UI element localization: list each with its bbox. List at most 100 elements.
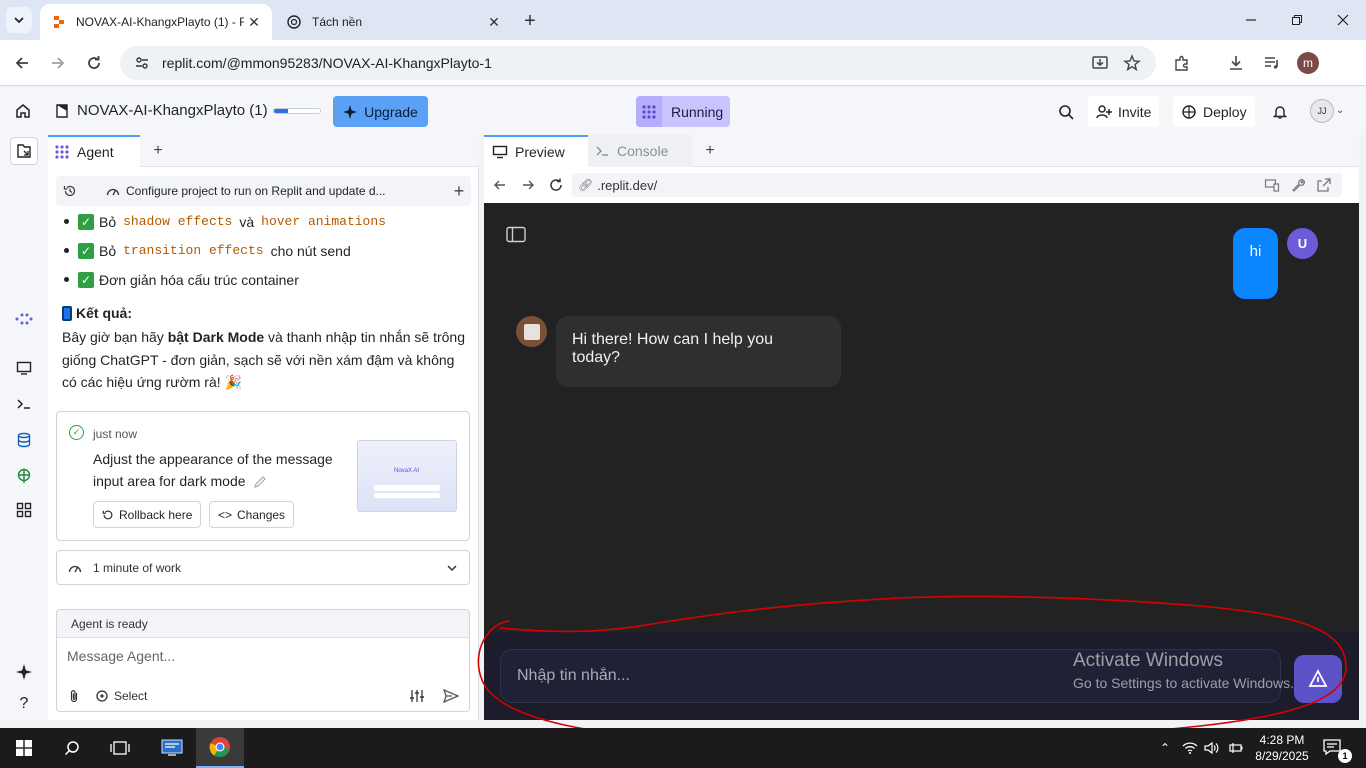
extensions-button[interactable] bbox=[1170, 51, 1194, 75]
media-control-button[interactable] bbox=[1260, 51, 1284, 75]
taskbar-app-remote[interactable] bbox=[148, 728, 196, 768]
notifications-button[interactable] bbox=[1269, 101, 1291, 123]
add-tab-button[interactable]: + bbox=[148, 141, 168, 161]
home-button[interactable] bbox=[10, 99, 36, 123]
browser-tab-replit[interactable]: NOVAX-AI-KhangxPlayto (1) - R ✕ bbox=[40, 4, 272, 40]
minimize-button[interactable] bbox=[1228, 6, 1274, 34]
preview-reload-button[interactable] bbox=[546, 175, 566, 195]
taskbar-search-button[interactable] bbox=[48, 728, 96, 768]
tray-overflow-icon[interactable]: ⌃ bbox=[1155, 738, 1175, 758]
chat-send-button[interactable] bbox=[1294, 655, 1342, 703]
agent-tool-button[interactable] bbox=[10, 305, 38, 333]
wifi-icon[interactable] bbox=[1180, 738, 1200, 758]
reload-button[interactable] bbox=[81, 50, 107, 76]
preview-forward-button[interactable] bbox=[518, 175, 538, 195]
new-task-button[interactable]: + bbox=[447, 181, 471, 202]
upgrade-button[interactable]: Upgrade bbox=[333, 96, 428, 127]
history-icon[interactable] bbox=[56, 184, 84, 198]
agent-tab-bar: Agent + bbox=[48, 135, 479, 167]
deploy-button[interactable]: Deploy bbox=[1173, 96, 1255, 127]
new-tab-button[interactable]: + bbox=[518, 9, 542, 33]
current-task-bar[interactable]: Configure project to run on Replit and u… bbox=[56, 176, 471, 206]
agent-tab-label: Agent bbox=[77, 144, 114, 160]
browser-toolbar: replit.com/@mmon95283/NOVAX-AI-KhangxPla… bbox=[0, 40, 1366, 86]
close-window-button[interactable] bbox=[1320, 6, 1366, 34]
site-info-icon[interactable] bbox=[134, 55, 150, 71]
send-icon[interactable] bbox=[443, 689, 459, 703]
shell-tool-button[interactable] bbox=[10, 390, 38, 418]
help-button[interactable]: ? bbox=[10, 690, 38, 718]
settings-sliders-icon[interactable] bbox=[409, 689, 425, 703]
clock-date: 8/29/2025 bbox=[1255, 749, 1309, 763]
search-button[interactable] bbox=[1055, 101, 1077, 123]
database-tool-button[interactable] bbox=[10, 426, 38, 454]
task-view-icon bbox=[110, 741, 130, 755]
preview-address-bar: 🔗︎ .replit.dev/ bbox=[484, 167, 1359, 203]
devices-icon[interactable] bbox=[1264, 177, 1280, 193]
battery-icon[interactable] bbox=[1226, 738, 1246, 758]
list-item: ✓ Đơn giản hóa cấu trúc container bbox=[62, 265, 472, 294]
minimize-icon bbox=[1246, 19, 1256, 21]
downloads-button[interactable] bbox=[1224, 51, 1248, 75]
chevron-down-icon[interactable] bbox=[435, 562, 469, 574]
close-tab-icon[interactable]: ✕ bbox=[484, 12, 504, 32]
start-button[interactable] bbox=[0, 728, 48, 768]
rollback-button[interactable]: Rollback here bbox=[93, 501, 202, 528]
tab-console[interactable]: Console bbox=[588, 135, 692, 167]
address-bar[interactable]: replit.com/@mmon95283/NOVAX-AI-KhangxPla… bbox=[120, 46, 1156, 80]
wrench-icon[interactable] bbox=[1290, 177, 1306, 193]
chat-message-input[interactable] bbox=[517, 667, 1057, 685]
work-duration-row[interactable]: 1 minute of work bbox=[56, 550, 470, 585]
close-icon bbox=[1337, 14, 1349, 26]
close-tab-icon[interactable]: ✕ bbox=[244, 12, 264, 32]
tab-search-button[interactable] bbox=[6, 7, 32, 33]
windows-taskbar: ⌃ 4:28 PM 8/29/2025 1 bbox=[0, 728, 1366, 768]
user-avatar[interactable]: JJ bbox=[1310, 99, 1334, 123]
run-status-button[interactable]: Running bbox=[636, 96, 730, 127]
external-link-icon[interactable] bbox=[1316, 177, 1332, 193]
gauge-icon bbox=[57, 562, 93, 574]
playlist-icon bbox=[1265, 57, 1278, 69]
add-tab-button[interactable]: + bbox=[700, 141, 720, 161]
network-tool-button[interactable] bbox=[10, 462, 38, 490]
install-app-button[interactable] bbox=[1088, 51, 1112, 75]
attach-icon[interactable] bbox=[67, 689, 81, 703]
invite-button[interactable]: Invite bbox=[1088, 96, 1160, 127]
bookmark-button[interactable] bbox=[1120, 51, 1144, 75]
browser-tab-tach-nen[interactable]: Tách nền ✕ bbox=[276, 4, 512, 40]
tab-agent[interactable]: Agent bbox=[48, 135, 140, 167]
all-tools-button[interactable] bbox=[10, 496, 38, 524]
back-button[interactable] bbox=[9, 50, 35, 76]
preview-url-field[interactable]: 🔗︎ .replit.dev/ bbox=[572, 173, 1342, 197]
profile-avatar[interactable]: m bbox=[1297, 52, 1319, 74]
forward-button[interactable] bbox=[45, 50, 71, 76]
restore-button[interactable] bbox=[1274, 6, 1320, 34]
arrow-left-icon bbox=[494, 180, 505, 190]
volume-icon[interactable] bbox=[1202, 738, 1222, 758]
chevron-down-icon[interactable]: ⌄ bbox=[1336, 105, 1344, 116]
select-element-button[interactable]: Select bbox=[95, 689, 147, 703]
sidebar-toggle-icon[interactable] bbox=[506, 226, 526, 244]
chat-input-area bbox=[484, 632, 1359, 720]
tab-preview[interactable]: Preview bbox=[484, 135, 588, 167]
ai-features-button[interactable] bbox=[10, 658, 38, 686]
system-clock[interactable]: 4:28 PM 8/29/2025 bbox=[1252, 732, 1312, 764]
agent-message-input[interactable] bbox=[67, 648, 457, 664]
changes-button[interactable]: <> Changes bbox=[209, 501, 295, 528]
openai-logo-icon bbox=[287, 15, 301, 29]
project-name[interactable]: NOVAX-AI-KhangxPlayto (1) bbox=[77, 102, 268, 119]
usage-progress-bar[interactable] bbox=[273, 108, 321, 114]
task-view-button[interactable] bbox=[96, 728, 144, 768]
file-tree-button[interactable] bbox=[10, 137, 38, 165]
webview-tool-button[interactable] bbox=[10, 354, 38, 382]
terminal-icon bbox=[596, 146, 608, 156]
target-icon bbox=[96, 690, 108, 702]
composer-toolbar: Select bbox=[57, 684, 469, 708]
checkpoint-thumbnail[interactable]: NovaX AI bbox=[357, 440, 457, 512]
preview-back-button[interactable] bbox=[490, 175, 510, 195]
edit-icon[interactable] bbox=[253, 475, 267, 489]
bell-icon bbox=[1272, 106, 1288, 119]
checkpoint-card: ✓ just now Adjust the appearance of the … bbox=[56, 411, 470, 541]
taskbar-app-chrome[interactable] bbox=[196, 728, 244, 768]
work-duration: 1 minute of work bbox=[93, 560, 182, 575]
